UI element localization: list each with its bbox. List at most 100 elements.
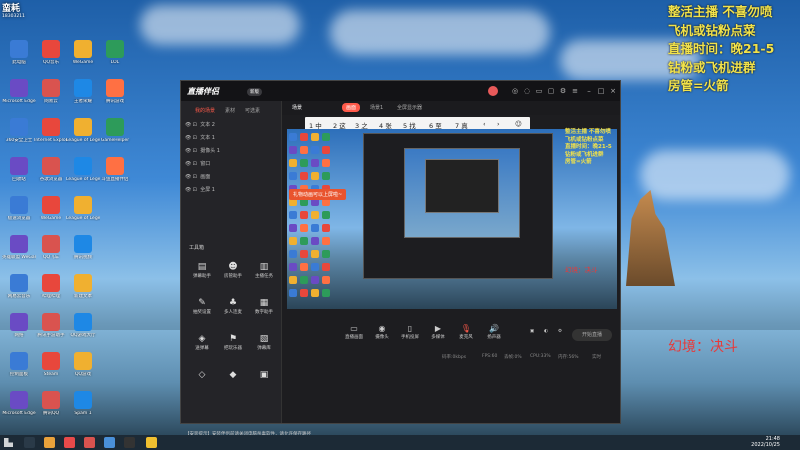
chrome-icon[interactable] xyxy=(84,437,95,448)
title-bar[interactable]: 直播伴侣 新版 ◎ ◌ ▭ ▢ ⚙ ≡ – □ × xyxy=(181,81,620,101)
chevron-right-icon[interactable]: › xyxy=(497,120,500,128)
desktop-icon[interactable]: 网易云音乐 xyxy=(2,274,36,299)
speaker-button[interactable]: 🔊 扬声器 xyxy=(482,323,506,340)
desktop-icon[interactable]: Microsoft Edge xyxy=(2,391,36,416)
qq-icon[interactable] xyxy=(104,437,115,448)
tab-fullscreen[interactable]: 全屏显示器 xyxy=(397,104,422,111)
desktop-icon[interactable]: Spam 1 xyxy=(66,391,100,416)
desktop-icon[interactable]: 谷歌浏览器 xyxy=(34,157,68,182)
desktop-icon[interactable]: 回收站 xyxy=(2,157,36,182)
headset-icon[interactable]: ◌ xyxy=(523,87,531,95)
toolbox-item[interactable]: ✎ 抽奖设置 xyxy=(187,297,217,315)
desktop-icon[interactable]: QQ游戏大厅 xyxy=(66,313,100,338)
toolbox-item[interactable]: ⚑ 把玩乐器 xyxy=(218,333,248,351)
screen-capture-button[interactable]: ▭ 直播画面 xyxy=(342,323,366,340)
tab-assets[interactable]: 素材 xyxy=(225,107,235,114)
close-icon[interactable]: × xyxy=(609,87,617,95)
desktop-icon[interactable]: 腾讯手游助手 xyxy=(34,313,68,338)
file-explorer-icon[interactable] xyxy=(44,437,55,448)
desktop-icon[interactable]: Internet Explorer xyxy=(34,118,68,143)
toolbox-item[interactable]: ▥ 主播任务 xyxy=(249,261,279,279)
start-stream-button[interactable]: 开始直播 xyxy=(572,329,612,341)
emoji-icon[interactable]: ☺ xyxy=(515,120,522,128)
desktop-icon[interactable]: LOL xyxy=(98,40,132,65)
gift-animation-tip[interactable]: 礼物动画可以上屏啦~ xyxy=(289,189,347,200)
desktop-icon-label: 网易云音乐 xyxy=(7,294,31,299)
media-button[interactable]: ▶ 多媒体 xyxy=(426,323,450,340)
microphone-button[interactable]: 🎙 麦克风 xyxy=(454,323,478,340)
toolbox-item[interactable]: ☻ 房管助手 xyxy=(218,261,248,279)
desktop-icon[interactable]: 斗鱼直播伴侣 xyxy=(98,157,132,182)
desktop-icon[interactable]: QQ飞车 xyxy=(34,235,68,260)
desktop-icon[interactable]: 腾讯视频 xyxy=(66,235,100,260)
desktop-icon[interactable]: League of Legends xyxy=(66,118,100,143)
desktop-icon[interactable]: QQ游戏 xyxy=(66,352,100,377)
status-bar: 码率:0kbps FPS:60 丢帧:0% CPU:33% 内存:56% 实时 xyxy=(282,353,620,363)
desktop-icon[interactable]: Steam xyxy=(34,352,68,377)
desktop-icon[interactable]: 腾讯游戏 xyxy=(98,79,132,104)
gear-icon[interactable]: ⚙ xyxy=(548,329,572,334)
toolbox-item[interactable]: ◇ xyxy=(187,369,217,381)
netease-music-icon[interactable] xyxy=(64,437,75,448)
maximize-icon[interactable]: □ xyxy=(597,87,605,95)
toolbox-item[interactable]: ▦ 数字助手 xyxy=(249,297,279,315)
tab-scene1[interactable]: 场景1 xyxy=(370,104,383,111)
system-clock[interactable]: 21:48 2022/10/25 xyxy=(751,436,780,448)
windows-start-icon[interactable] xyxy=(4,438,13,447)
toolbox-item[interactable]: ▧ 弹幕库 xyxy=(249,333,279,351)
speaker-icon: 🔊 xyxy=(489,324,499,333)
preview-desktop-icon xyxy=(300,159,308,167)
desktop-icon[interactable]: Microsoft Edge xyxy=(2,79,36,104)
minimize-icon[interactable]: – xyxy=(585,87,593,95)
toolbox-item[interactable]: ♣ 多人连麦 xyxy=(218,297,248,315)
scene-item[interactable]: 👁 ⊡ 画面 xyxy=(185,173,275,185)
phone-cast-button[interactable]: ▯ 手机投屏 xyxy=(398,323,422,340)
desktop-icon[interactable]: 控制面板 xyxy=(2,352,36,377)
record-icon[interactable]: ◎ xyxy=(511,87,519,95)
desktop-icon[interactable]: WeGame xyxy=(66,40,100,65)
chevron-left-icon[interactable]: ‹ xyxy=(483,120,486,128)
scene-item[interactable]: 👁 ⊡ 窗口 xyxy=(185,160,275,172)
tab-screen[interactable]: 画面 xyxy=(342,103,361,112)
desktop-icon[interactable]: 哔哩哔哩 xyxy=(34,274,68,299)
desktop-icon[interactable]: 极速浏览器 xyxy=(2,196,36,221)
desktop-icon[interactable]: 腾讯QQ xyxy=(34,391,68,416)
toolbox-item[interactable]: ◆ xyxy=(218,369,248,381)
stream-preview[interactable]: 礼物动画可以上屏啦~ 整活主播 不喜勿喷 飞机或钻粉点菜 直播时间：晚21-5 … xyxy=(287,129,617,309)
toolbox-item[interactable]: ▣ xyxy=(249,369,279,381)
stream-app-taskbar-icon[interactable] xyxy=(146,437,157,448)
camera-button[interactable]: ◉ 摄像头 xyxy=(370,323,394,340)
tab-optional[interactable]: 可选素 xyxy=(245,107,260,114)
chat-icon[interactable]: ▭ xyxy=(535,87,543,95)
desktop-icon[interactable]: 王者荣耀 xyxy=(66,79,100,104)
scene-item[interactable]: 👁 ⊡ 文本 1 xyxy=(185,134,275,146)
desktop-icon[interactable]: 此电脑 xyxy=(2,40,36,65)
desktop-icon[interactable]: 英雄联盟 WeGame版 xyxy=(2,235,36,260)
desktop-icon[interactable]: 360安全卫士 xyxy=(2,118,36,143)
avatar[interactable] xyxy=(488,86,498,96)
league-icon[interactable] xyxy=(124,437,135,448)
desktop-icon[interactable]: GameHelper xyxy=(98,118,132,143)
toolbox-item[interactable]: ◈ 送弹幕 xyxy=(187,333,217,351)
desktop-icon[interactable]: 网易云 xyxy=(34,79,68,104)
version-badge[interactable]: 新版 xyxy=(247,88,262,96)
desktop-icon[interactable]: QQ音乐 xyxy=(34,40,68,65)
task-view-icon[interactable] xyxy=(24,437,35,448)
desktop-icon-label: Steam xyxy=(43,372,59,377)
desktop-icon[interactable]: League of Legends xyxy=(66,157,100,182)
scene-item[interactable]: 👁 ⊡ 全屏 1 xyxy=(185,186,275,198)
toolbox-item-label: 房管助手 xyxy=(224,274,242,279)
desktop-icon[interactable]: WeGame xyxy=(34,196,68,221)
desktop-icon[interactable]: 网络 xyxy=(2,313,36,338)
tab-scenes[interactable]: 场景 xyxy=(292,104,302,111)
menu-icon[interactable]: ≡ xyxy=(571,87,579,95)
settings-icon[interactable]: ⚙ xyxy=(559,87,567,95)
scene-item[interactable]: 👁 ⊡ 文本 2 xyxy=(185,121,275,133)
desktop-icon[interactable]: League of Legends xyxy=(66,196,100,221)
toolbox-item[interactable]: ▤ 弹幕助手 xyxy=(187,261,217,279)
message-icon[interactable]: ▢ xyxy=(547,87,555,95)
desktop-icon[interactable]: 新建文本 xyxy=(66,274,100,299)
streaming-app-window[interactable]: 直播伴侣 新版 ◎ ◌ ▭ ▢ ⚙ ≡ – □ × 我的场景 素材 可选素 👁 … xyxy=(180,80,621,437)
tab-my-scenes[interactable]: 我的场景 xyxy=(195,107,215,114)
scene-item[interactable]: 👁 ⊡ 摄像头 1 xyxy=(185,147,275,159)
